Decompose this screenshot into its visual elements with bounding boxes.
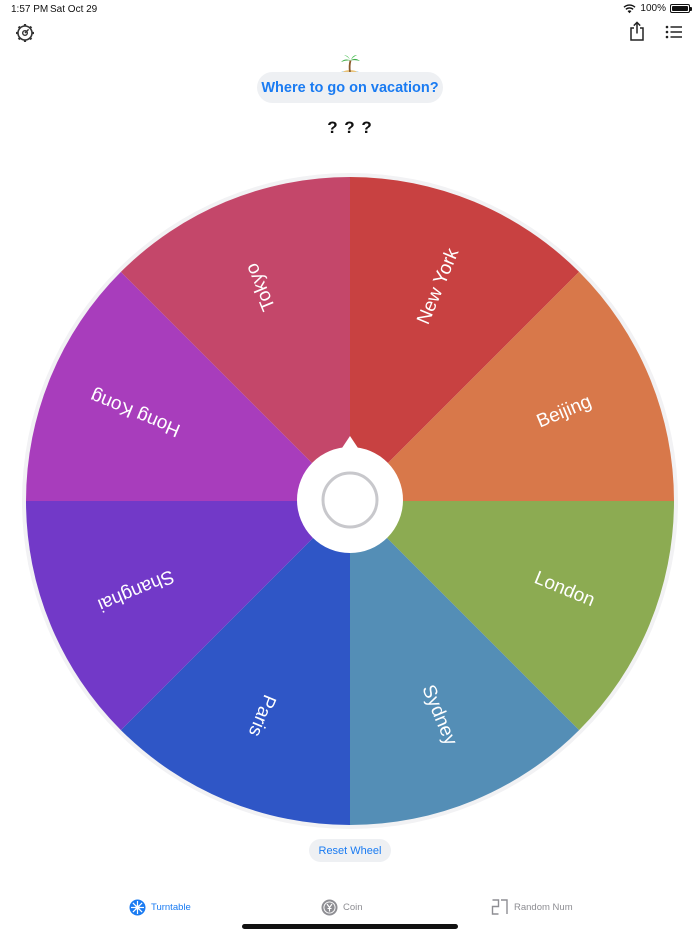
tab-turntable[interactable]: Turntable bbox=[129, 894, 191, 920]
tab-random-num-label: Random Num bbox=[514, 901, 573, 913]
gear-icon bbox=[16, 24, 34, 42]
spin-wheel[interactable]: New YorkBeijingLondonSydneyParisShanghai… bbox=[22, 173, 678, 829]
list-icon bbox=[665, 25, 682, 39]
status-right: 100% bbox=[623, 3, 692, 14]
home-indicator bbox=[242, 924, 458, 929]
spin-result: ? ? ? bbox=[327, 118, 373, 137]
battery-fill bbox=[672, 6, 688, 11]
share-icon bbox=[630, 21, 644, 41]
wheel-title-button[interactable]: Where to go on vacation? bbox=[257, 72, 443, 103]
tab-random-num[interactable]: Random Num bbox=[491, 894, 573, 920]
list-button[interactable] bbox=[663, 21, 685, 43]
turntable-icon bbox=[129, 899, 146, 915]
battery-percent: 100% bbox=[640, 3, 666, 14]
tab-coin[interactable]: Coin bbox=[321, 894, 363, 920]
wifi-icon bbox=[623, 3, 636, 13]
battery-icon bbox=[670, 4, 692, 13]
tab-coin-label: Coin bbox=[343, 901, 363, 913]
reset-wheel-button[interactable]: Reset Wheel bbox=[309, 839, 391, 862]
random-number-icon bbox=[491, 899, 508, 915]
settings-button[interactable] bbox=[14, 22, 36, 44]
tab-turntable-label: Turntable bbox=[151, 901, 191, 913]
spin-hub bbox=[297, 447, 403, 553]
share-button[interactable] bbox=[626, 20, 648, 42]
tab-bar: Turntable Coin Random Num bbox=[0, 894, 700, 922]
status-time: 1:57 PM bbox=[11, 4, 49, 15]
status-date: Sat Oct 29 bbox=[50, 4, 98, 15]
status-bar: 1:57 PM Sat Oct 29 100% bbox=[0, 0, 700, 18]
coin-icon bbox=[321, 899, 338, 915]
